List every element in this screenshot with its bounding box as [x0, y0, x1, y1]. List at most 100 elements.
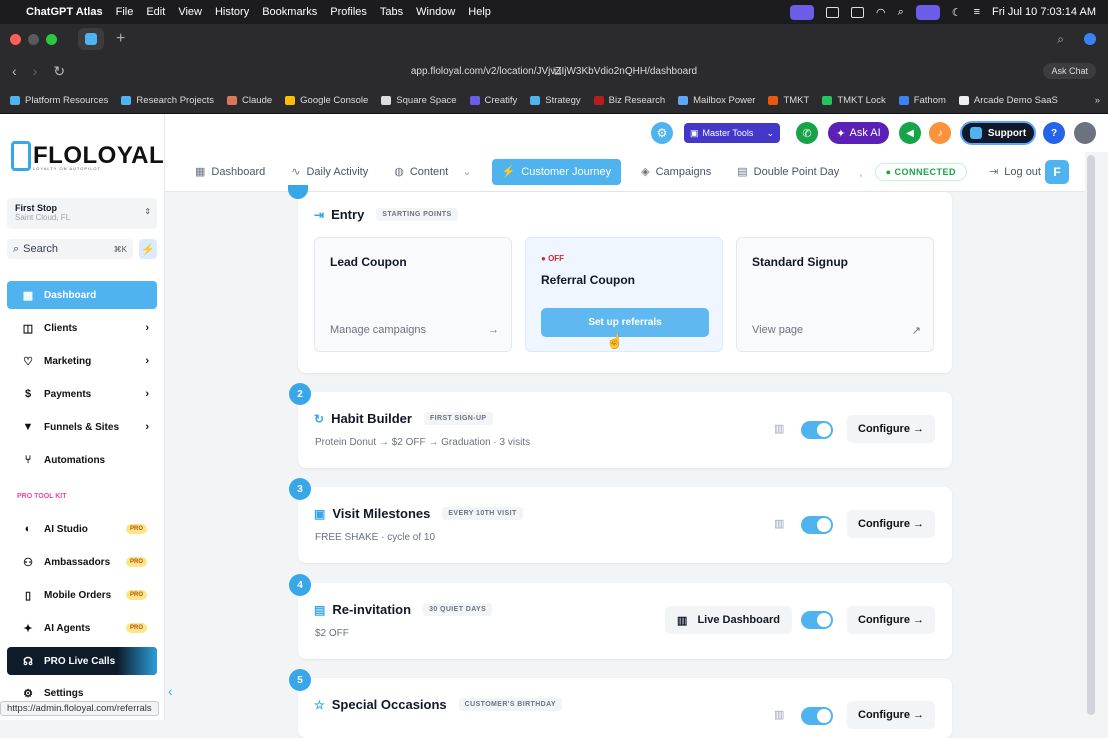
tab-content[interactable]: ◍ Content ⌄	[388, 159, 477, 185]
menu-help[interactable]: Help	[468, 6, 491, 18]
logout-button[interactable]: ⇥ Log out	[983, 159, 1047, 185]
new-tab-icon[interactable]: +	[116, 30, 125, 48]
bookmark-item[interactable]: Arcade Demo SaaS	[958, 95, 1058, 106]
menu-edit[interactable]: Edit	[146, 6, 165, 18]
menu-tabs[interactable]: Tabs	[380, 6, 403, 18]
page-scrollbar[interactable]	[1087, 155, 1095, 715]
tab-double-point-day[interactable]: ▤ Double Point Day	[731, 159, 845, 185]
screen-mirror-icon[interactable]	[915, 4, 940, 20]
configure-button[interactable]: Configure →	[847, 510, 935, 538]
configure-button[interactable]: Configure →	[847, 701, 935, 729]
tab-campaigns[interactable]: ◈ Campaigns	[635, 159, 717, 185]
arrow-right-icon[interactable]: →	[488, 324, 499, 336]
quick-action-bolt-icon[interactable]: ⚡	[139, 239, 157, 259]
extension-icon[interactable]: ⧉	[553, 64, 562, 79]
stats-icon[interactable]: ▥	[774, 517, 784, 530]
menu-bookmarks[interactable]: Bookmarks	[262, 6, 317, 18]
settings-gear-icon[interactable]: ⚙	[651, 122, 673, 144]
special-occasions-toggle[interactable]	[801, 707, 833, 725]
bell-icon[interactable]: ♪	[929, 122, 951, 144]
battery-icon[interactable]	[850, 6, 864, 18]
profile-icon[interactable]	[1084, 33, 1096, 45]
sidebar-item-payments[interactable]: $ Payments ›	[7, 380, 157, 408]
bookmark-icon	[768, 96, 779, 105]
bookmark-item[interactable]: TMKT	[768, 95, 809, 106]
bookmark-item[interactable]: Google Console	[285, 95, 368, 106]
menubar-clock[interactable]: Fri Jul 10 7:03:14 AM	[992, 6, 1096, 18]
floloyal-logo[interactable]: FLOLOYAL LOYALTY ON AUTOPILOT	[11, 141, 164, 171]
sidebar-item-mobile-orders[interactable]: ▯ Mobile Orders PRO	[7, 581, 157, 609]
bookmarks-overflow-icon[interactable]: »	[1095, 95, 1108, 106]
bookmark-item[interactable]: Creatify	[469, 95, 517, 106]
sidebar-item-clients[interactable]: ◫ Clients ›	[7, 314, 157, 342]
bookmark-item[interactable]: Square Space	[381, 95, 457, 106]
configure-button[interactable]: Configure →	[847, 415, 935, 443]
sidebar-item-dashboard[interactable]: ▦ Dashboard	[7, 281, 157, 309]
bookmark-item[interactable]: Strategy	[530, 95, 581, 106]
browser-tab[interactable]	[78, 28, 104, 50]
control-center-icon[interactable]: ≡	[974, 6, 980, 18]
visit-milestones-toggle[interactable]	[801, 516, 833, 534]
do-not-disturb-icon[interactable]: ☾	[952, 6, 962, 19]
sidebar-item-ambassadors[interactable]: ⚇ Ambassadors PRO	[7, 548, 157, 576]
window-zoom-icon[interactable]	[46, 33, 57, 45]
tab-daily-activity[interactable]: ∿ Daily Activity	[285, 159, 374, 185]
ask-ai-button[interactable]: ✦ Ask AI	[828, 122, 889, 144]
menu-window[interactable]: Window	[416, 6, 455, 18]
wifi-icon[interactable]: ◠	[876, 6, 886, 19]
window-minimize-icon[interactable]	[28, 33, 39, 45]
referral-coupon-card[interactable]: ● OFF Referral Coupon Set up referrals	[525, 237, 723, 352]
phone-icon[interactable]: ✆	[796, 122, 818, 144]
tab-dashboard[interactable]: ▦ Dashboard	[189, 159, 271, 185]
bookmark-item[interactable]: Research Projects	[121, 95, 214, 106]
lead-coupon-card[interactable]: Lead Coupon Manage campaigns →	[314, 237, 512, 352]
screen-recorder-icon[interactable]	[789, 4, 814, 20]
menu-file[interactable]: File	[116, 6, 134, 18]
menu-profiles[interactable]: Profiles	[330, 6, 367, 18]
configure-button[interactable]: Configure →	[847, 606, 935, 634]
stats-icon[interactable]: ▥	[774, 422, 784, 435]
sidebar-item-ai-studio[interactable]: ◐ AI Studio PRO	[7, 515, 157, 543]
ask-chat-button[interactable]: Ask Chat	[1043, 63, 1096, 79]
sidebar-item-funnels[interactable]: ▼ Funnels & Sites ›	[7, 413, 157, 441]
sidebar-item-automations[interactable]: ⑂ Automations	[7, 446, 157, 474]
external-link-icon[interactable]: ↗	[912, 324, 921, 337]
view-page-link[interactable]: View page	[752, 324, 803, 336]
bookmark-item[interactable]: Claude	[227, 95, 272, 106]
bookmark-item[interactable]: TMKT Lock	[822, 95, 886, 106]
help-icon[interactable]: ?	[1043, 122, 1065, 144]
manage-campaigns-link[interactable]: Manage campaigns	[330, 324, 426, 336]
tab-search-icon[interactable]: ⌕	[1057, 32, 1064, 47]
habit-builder-toggle[interactable]	[801, 421, 833, 439]
tab-customer-journey[interactable]: ⚡ Customer Journey	[491, 158, 622, 185]
location-switcher[interactable]: First Stop Saint Cloud, FL ⇕	[7, 198, 157, 229]
set-up-referrals-button[interactable]: Set up referrals	[541, 308, 709, 337]
live-dashboard-button[interactable]: ▥ Live Dashboard	[665, 606, 792, 634]
ask-ai-label: Ask AI	[849, 127, 881, 139]
avatar[interactable]	[1074, 122, 1096, 144]
search-input[interactable]: ⌕ Search ⌘K	[7, 239, 133, 259]
window-close-icon[interactable]	[10, 33, 21, 45]
status-app-icon[interactable]	[825, 6, 839, 18]
standard-signup-card[interactable]: Standard Signup View page ↗	[736, 237, 934, 352]
bookmark-item[interactable]: Fathom	[898, 95, 946, 106]
chevron-right-icon: ›	[145, 322, 149, 334]
megaphone-icon[interactable]: ◀	[899, 122, 921, 144]
sidebar-item-ai-agents[interactable]: ✦ AI Agents PRO	[7, 614, 157, 642]
activity-icon: ∿	[291, 166, 301, 178]
master-tools-dropdown[interactable]: ▣ Master Tools ⌄	[684, 123, 780, 143]
bookmark-item[interactable]: Mailbox Power	[678, 95, 755, 106]
floloyal-app-icon[interactable]: F	[1045, 160, 1069, 184]
menu-view[interactable]: View	[178, 6, 202, 18]
menu-app-name[interactable]: ChatGPT Atlas	[26, 6, 103, 18]
spotlight-search-icon[interactable]: ⌕	[898, 6, 904, 19]
sidebar-item-marketing[interactable]: ♡ Marketing ›	[7, 347, 157, 375]
collapse-sidebar-icon[interactable]: ‹	[168, 683, 173, 699]
bookmark-item[interactable]: Biz Research	[593, 95, 665, 106]
sidebar-item-pro-live-calls[interactable]: ☊ PRO Live Calls	[7, 647, 157, 675]
support-button[interactable]: Support	[960, 121, 1036, 145]
stats-icon[interactable]: ▥	[774, 708, 784, 721]
re-invitation-toggle[interactable]	[801, 611, 833, 629]
menu-history[interactable]: History	[215, 6, 249, 18]
bookmark-item[interactable]: Platform Resources	[10, 95, 108, 106]
